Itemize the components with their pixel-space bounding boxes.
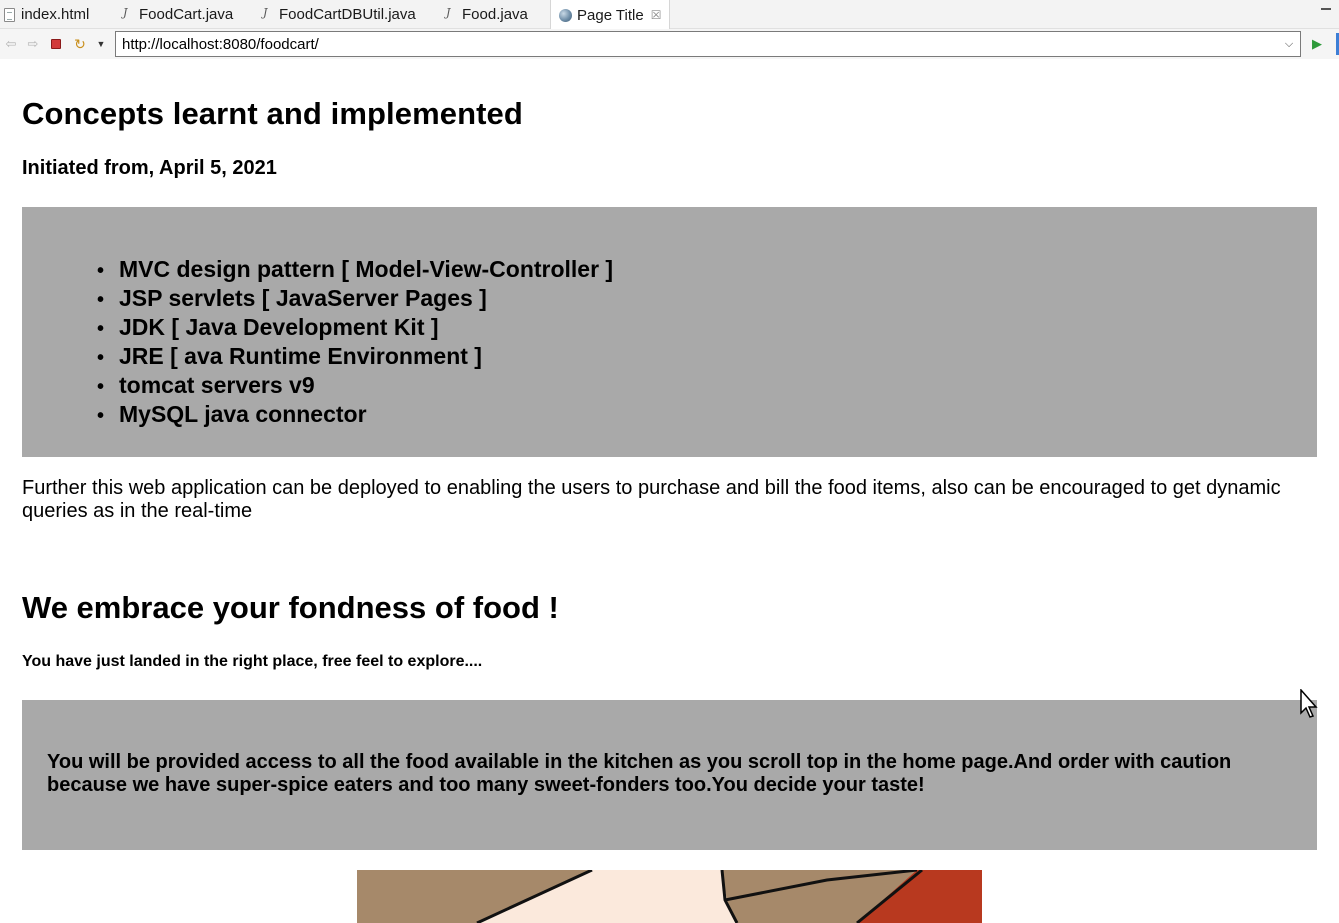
tab-label: FoodCartDBUtil.java <box>279 6 416 23</box>
editor-tab-strip: index.html FoodCart.java FoodCartDBUtil.… <box>0 0 1339 30</box>
concept-text: JDK [ Java Development Kit ] <box>119 314 439 340</box>
concept-text: tomcat servers v9 <box>119 372 315 398</box>
concepts-list: • MVC design pattern [ Model-View-Control… <box>97 256 613 430</box>
mouse-cursor-icon <box>1300 689 1318 718</box>
list-item: • MySQL java connector <box>97 401 367 427</box>
section-heading: We embrace your fondness of food ! <box>22 590 559 625</box>
minimize-icon[interactable] <box>1321 8 1331 10</box>
stop-icon[interactable] <box>47 35 65 53</box>
refresh-icon[interactable]: ↻ <box>71 35 89 53</box>
food-illustration <box>357 870 982 923</box>
page-heading: Concepts learnt and implemented <box>22 96 523 131</box>
close-tab-icon[interactable]: ☒ <box>651 8 662 22</box>
tab-index-html[interactable]: index.html <box>4 0 89 29</box>
food-image <box>357 870 982 923</box>
web-page: Concepts learnt and implemented Initiate… <box>0 59 1339 923</box>
concept-text: MVC design pattern [ Model-View-Controll… <box>119 256 614 282</box>
tab-label: Page Title <box>577 6 644 24</box>
html-file-icon <box>4 7 15 22</box>
url-history-chevron-icon[interactable]: ⌵ <box>1282 36 1296 52</box>
list-item: • MVC design pattern [ Model-View-Control… <box>97 256 614 282</box>
concepts-box: • MVC design pattern [ Model-View-Control… <box>22 207 1317 457</box>
go-icon[interactable]: ▶ <box>1308 35 1326 53</box>
page-subheading: Initiated from, April 5, 2021 <box>22 157 277 179</box>
globe-icon <box>559 8 572 22</box>
list-item: • JSP servlets [ JavaServer Pages ] <box>97 285 487 311</box>
forward-arrow-icon[interactable]: ⇨ <box>24 35 42 53</box>
concept-text: MySQL java connector <box>119 401 367 427</box>
java-file-icon <box>122 6 133 22</box>
chevron-down-icon[interactable]: ▼ <box>92 35 110 53</box>
tab-label: index.html <box>21 6 90 23</box>
description-paragraph: Further this web application can be depl… <box>22 477 1281 522</box>
notice-box: You will be provided access to all the f… <box>22 700 1317 850</box>
tab-foodcart-java[interactable]: FoodCart.java <box>122 0 233 29</box>
concept-text: JRE [ ava Runtime Environment ] <box>119 343 482 369</box>
java-file-icon <box>262 6 273 22</box>
browser-navigation-bar: ⇦ ⇨ ↻ ▼ ⌵ ▶ <box>0 29 1339 59</box>
notice-text: You will be provided access to all the f… <box>47 751 1232 796</box>
address-bar[interactable]: ⌵ <box>115 31 1301 57</box>
tab-food-java[interactable]: Food.java <box>445 0 528 29</box>
url-input[interactable] <box>116 32 1276 56</box>
tab-page-title[interactable]: Page Title ☒ <box>550 0 671 30</box>
list-item: • JDK [ Java Development Kit ] <box>97 314 439 340</box>
section-subheading: You have just landed in the right place,… <box>22 653 483 670</box>
back-arrow-icon[interactable]: ⇦ <box>2 35 20 53</box>
java-file-icon <box>445 6 456 22</box>
tab-label: FoodCart.java <box>139 6 234 23</box>
list-item: • JRE [ ava Runtime Environment ] <box>97 343 482 369</box>
tab-label: Food.java <box>462 6 528 23</box>
tab-foodcartdbutil-java[interactable]: FoodCartDBUtil.java <box>262 0 416 29</box>
list-item: • tomcat servers v9 <box>97 372 315 398</box>
concept-text: JSP servlets [ JavaServer Pages ] <box>119 285 487 311</box>
